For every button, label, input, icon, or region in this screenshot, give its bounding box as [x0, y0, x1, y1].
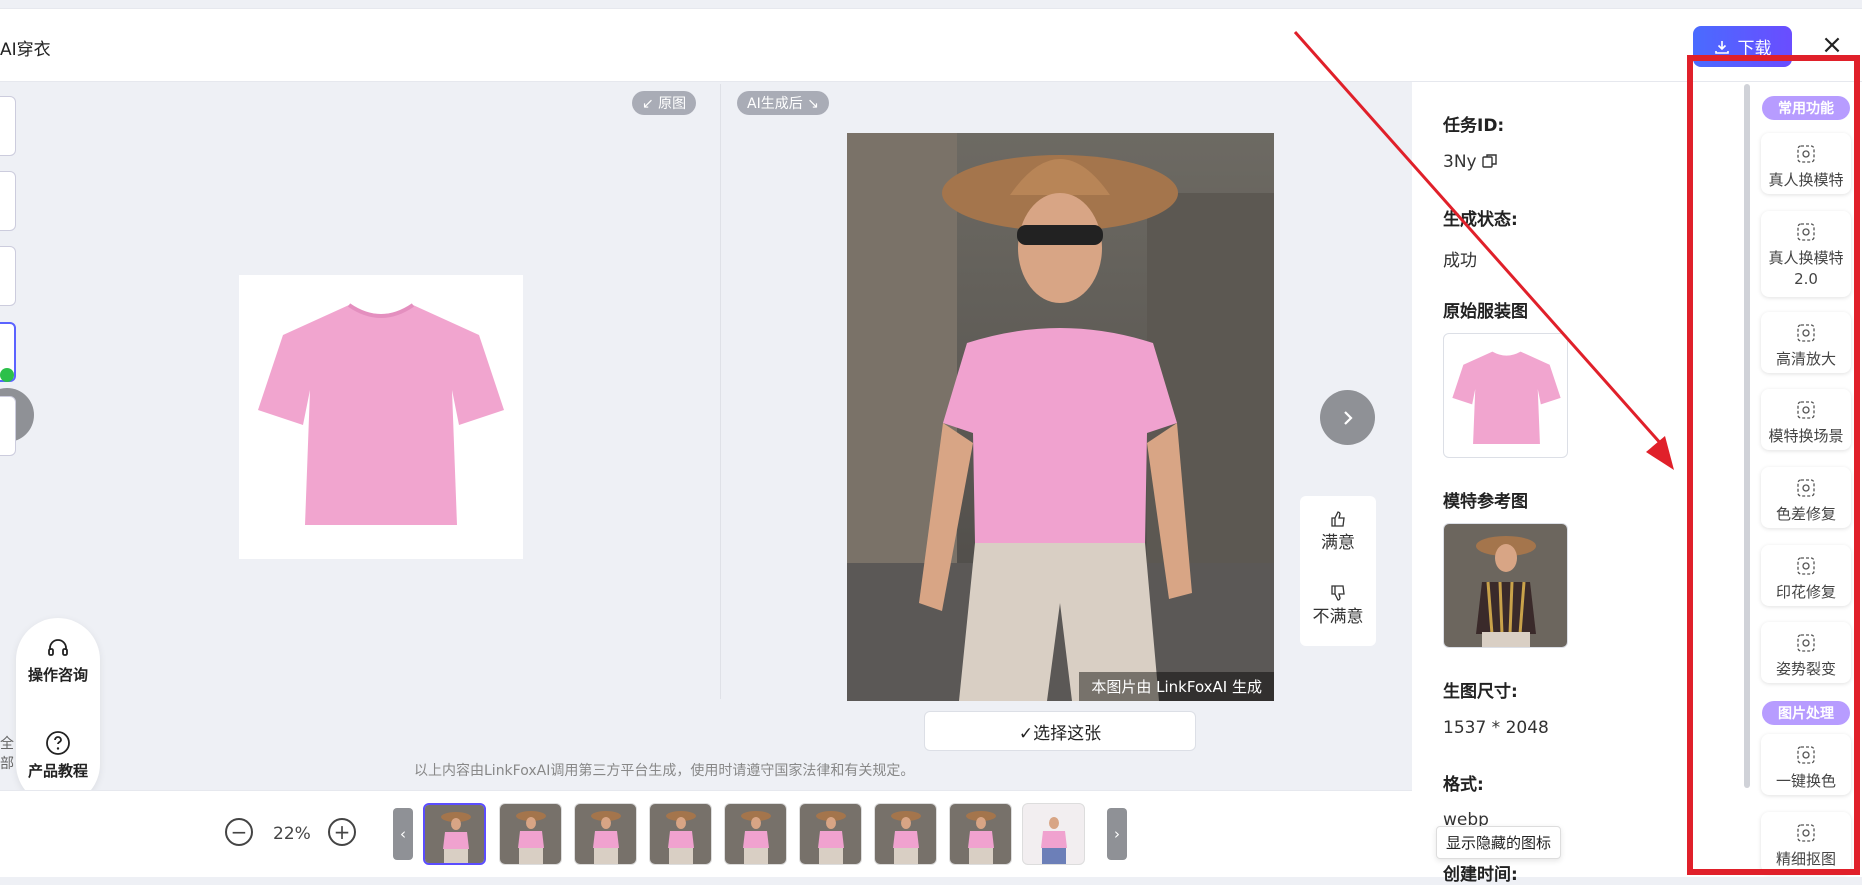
annotation-arrow: [1293, 31, 1674, 470]
annotation-highlight-box: [1687, 55, 1860, 875]
